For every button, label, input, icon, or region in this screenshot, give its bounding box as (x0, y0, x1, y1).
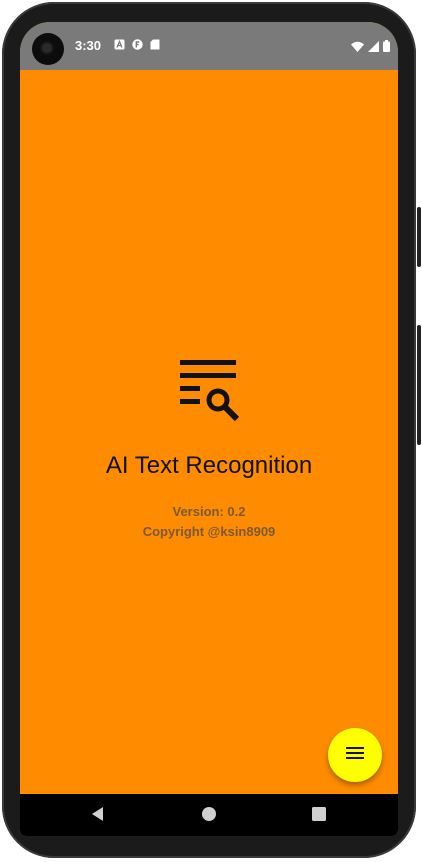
power-button (417, 207, 421, 267)
f-icon (132, 39, 143, 50)
notification-icons (114, 39, 160, 50)
navigation-bar (20, 794, 398, 836)
back-icon[interactable] (90, 806, 106, 827)
battery-icon (383, 39, 390, 57)
phone-device: 3:30 AI Text Recognition Version: 0.2 Co… (0, 0, 422, 862)
status-time: 3:30 (75, 38, 102, 53)
splash-content: AI Text Recognition Version: 0.2 Copyrig… (20, 70, 398, 794)
system-icons (351, 39, 390, 57)
version-label: Version: 0.2 (172, 504, 246, 519)
recent-apps-icon[interactable] (311, 806, 327, 827)
home-icon[interactable] (201, 806, 217, 827)
app-title: AI Text Recognition (105, 452, 313, 479)
text-search-icon (180, 360, 242, 422)
sd-card-icon (150, 39, 160, 50)
volume-button (417, 325, 421, 445)
menu-icon (346, 746, 364, 765)
front-camera (32, 33, 64, 65)
wifi-icon (351, 39, 364, 57)
menu-fab-button[interactable] (328, 728, 382, 782)
screen: 3:30 AI Text Recognition Version: 0.2 Co… (20, 22, 398, 836)
a-icon (114, 39, 125, 50)
signal-icon (368, 39, 379, 57)
copyright-label: Copyright @ksin8909 (142, 524, 276, 539)
status-bar: 3:30 (20, 22, 398, 70)
